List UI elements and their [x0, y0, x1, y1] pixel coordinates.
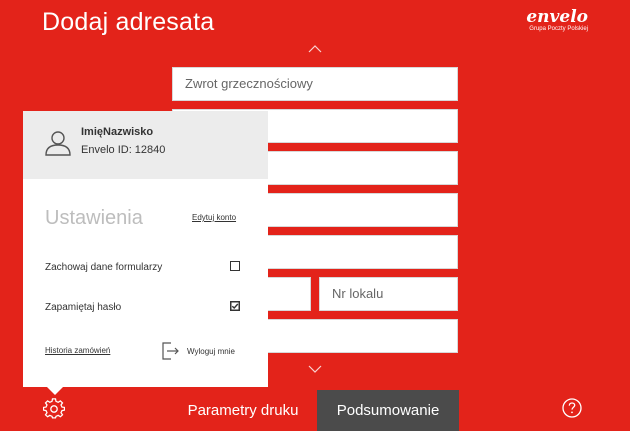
apartment-placeholder: Nr lokalu	[332, 286, 384, 301]
envelo-id: Envelo ID: 12840	[81, 144, 166, 156]
help-icon[interactable]	[562, 398, 582, 418]
salutation-field[interactable]: Zwrot grzecznościowy	[172, 67, 458, 101]
logo-wordmark: envelo	[526, 7, 588, 27]
settings-panel: ImięNazwisko Envelo ID: 12840 Ustawienia…	[23, 111, 268, 395]
chevron-up-icon[interactable]	[308, 42, 322, 56]
apartment-number-field[interactable]: Nr lokalu	[319, 277, 458, 311]
print-parameters-button[interactable]: Parametry druku	[172, 390, 314, 431]
keep-form-data-checkbox[interactable]	[230, 261, 240, 271]
order-history-link[interactable]: Historia zamówień	[45, 346, 110, 355]
remember-password-label: Zapamiętaj hasło	[45, 302, 122, 313]
user-profile: ImięNazwisko Envelo ID: 12840	[23, 111, 268, 179]
logout-link[interactable]: Wyloguj mnie	[187, 347, 235, 356]
logo: envelo Grupa Poczty Polskiej	[526, 7, 588, 33]
logo-subtitle: Grupa Poczty Polskiej	[529, 26, 588, 32]
salutation-placeholder: Zwrot grzecznościowy	[185, 76, 313, 91]
gear-icon[interactable]	[43, 398, 65, 420]
keep-form-data-label: Zachowaj dane formularzy	[45, 262, 163, 273]
summary-button[interactable]: Podsumowanie	[317, 390, 459, 431]
user-name: ImięNazwisko	[81, 126, 154, 138]
user-icon	[45, 131, 71, 156]
remember-password-checkbox[interactable]	[230, 301, 240, 311]
logout-icon[interactable]	[162, 341, 180, 361]
page-title: Dodaj adresata	[42, 8, 215, 36]
edit-account-link[interactable]: Edytuj konto	[192, 213, 236, 222]
settings-title: Ustawienia	[45, 207, 143, 229]
chevron-down-icon[interactable]	[308, 362, 322, 376]
